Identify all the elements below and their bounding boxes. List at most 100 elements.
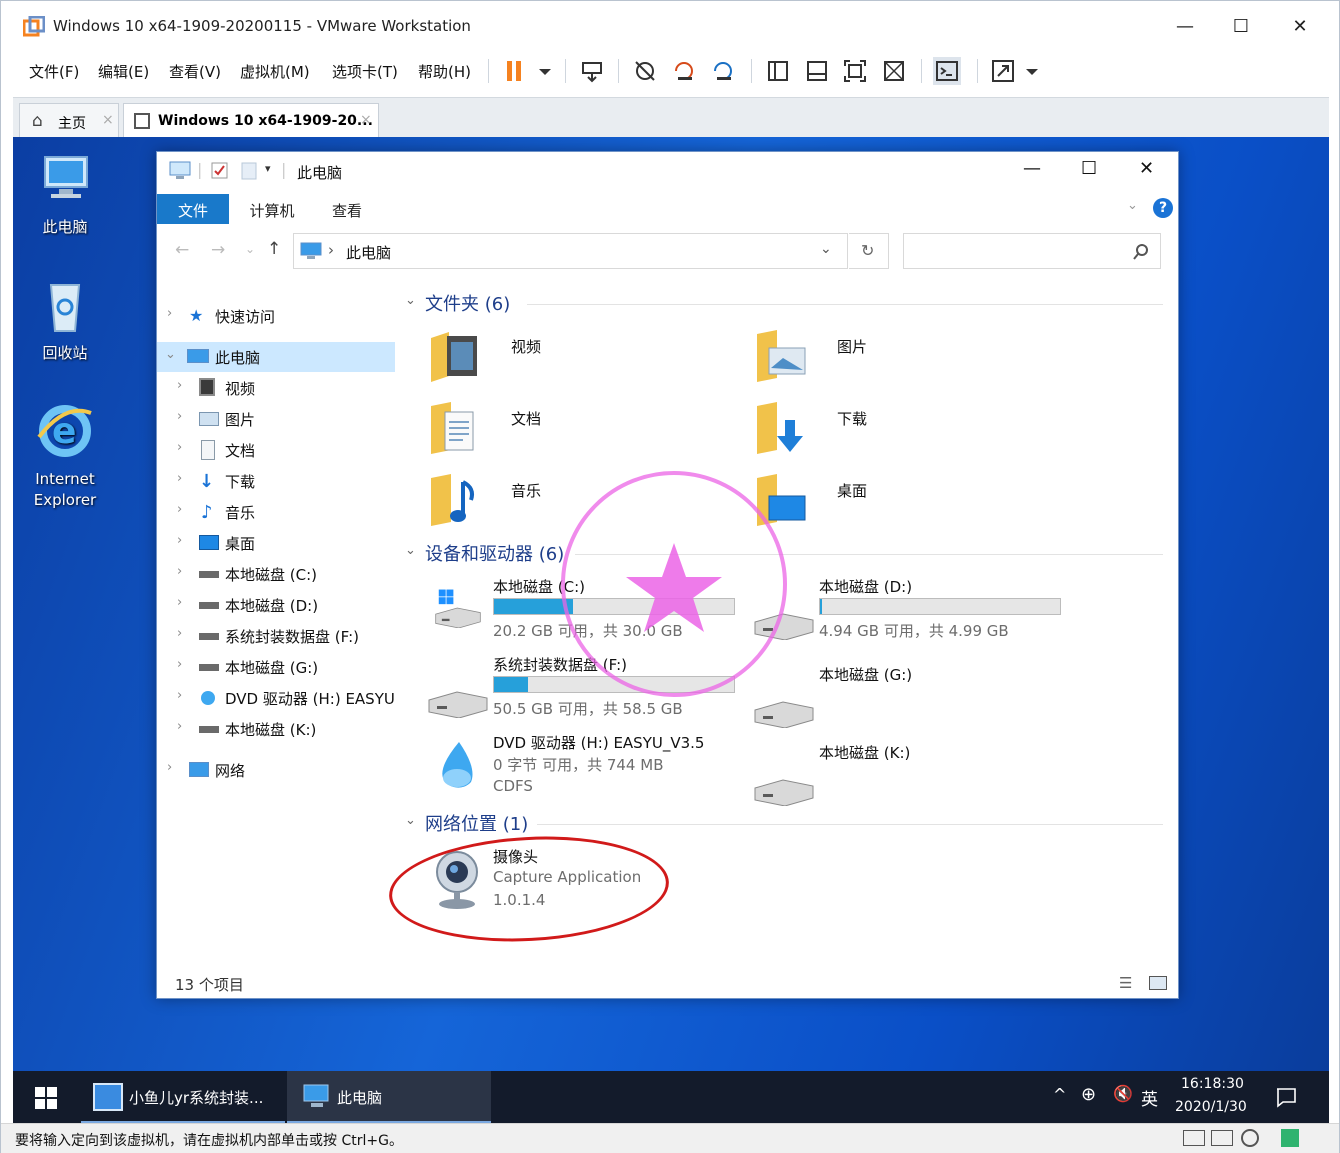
chevron-right-icon[interactable]: › [177,719,182,734]
nav-item-this-pc[interactable]: ⌄ 此电脑 [157,342,395,372]
chevron-right-icon[interactable]: › [167,760,172,775]
chevron-right-icon[interactable]: › [177,409,182,424]
guest-desktop[interactable]: 此电脑 回收站 e Internet Explorer | ▾ | 此电脑 — … [13,137,1329,1071]
nav-item-documents[interactable]: › 文档 [157,435,395,465]
revert-snapshot-icon[interactable] [670,57,698,85]
minimize-button[interactable]: — [1023,158,1041,179]
nav-item-drive-c[interactable]: › 本地磁盘 (C:) [157,559,395,589]
chevron-right-icon[interactable]: › [177,595,182,610]
tab-file[interactable]: 文件 [157,194,229,224]
nav-item-music[interactable]: › ♪ 音乐 [157,497,395,527]
tab-view[interactable]: 查看 [317,194,377,224]
hard-disk-icon[interactable] [1183,1130,1205,1146]
nav-item-pictures[interactable]: › 图片 [157,404,395,434]
nav-item-desktop[interactable]: › 桌面 [157,528,395,558]
menu-help[interactable]: 帮助(H) [418,61,471,82]
folder-downloads[interactable]: 下载 [755,398,1075,462]
file-explorer-window[interactable]: | ▾ | 此电脑 — ☐ ✕ 文件 计算机 查看 ⌄ ? ← → ⌄ ↑ › … [156,151,1179,999]
thumbnail-view-icon[interactable] [803,57,831,85]
send-ctrl-alt-del-icon[interactable] [578,57,606,85]
nav-item-drive-d[interactable]: › 本地磁盘 (D:) [157,590,395,620]
maximize-button[interactable]: ☐ [1081,158,1097,179]
quick-access-dropdown-icon[interactable]: ▾ [265,162,271,175]
chevron-right-icon[interactable]: › [177,471,182,486]
network-item-camera[interactable]: 摄像头 Capture Application 1.0.1.4 [411,846,731,916]
chevron-right-icon[interactable]: › [177,378,182,393]
up-icon[interactable]: ↑ [267,239,281,259]
desktop-icon-this-pc[interactable]: 此电脑 [15,151,115,238]
chevron-down-icon[interactable]: ⌄ [165,347,176,362]
chevron-right-icon[interactable]: › [177,626,182,641]
help-icon[interactable]: ? [1153,198,1173,218]
menu-view[interactable]: 查看(V) [169,61,221,82]
tab-close-icon[interactable]: × [360,112,372,128]
tray-overflow-icon[interactable]: ^ [1053,1085,1066,1104]
cd-icon[interactable] [1241,1129,1259,1147]
large-icons-view-icon[interactable] [1149,976,1167,990]
pause-icon[interactable] [501,57,529,85]
taskbar-app-sysprep[interactable]: 小鱼儿yr系统封装... [81,1071,285,1123]
back-icon[interactable]: ← [175,240,189,260]
close-button[interactable]: ✕ [1139,158,1154,179]
menu-vm[interactable]: 虚拟机(M) [240,61,310,82]
folder-documents[interactable]: 文档 [429,398,749,462]
nav-item-dvd-h[interactable]: › DVD 驱动器 (H:) EASYU [157,683,395,713]
clock-time[interactable]: 16:18:30 [1181,1076,1244,1092]
chevron-right-icon[interactable]: › [177,502,182,517]
recent-locations-icon[interactable]: ⌄ [245,242,255,256]
fullscreen-icon[interactable] [841,57,869,85]
close-button[interactable]: ✕ [1286,13,1314,41]
menu-edit[interactable]: 编辑(E) [98,61,149,82]
nav-item-drive-f[interactable]: › 系统封装数据盘 (F:) [157,621,395,651]
notification-icon[interactable] [1275,1086,1297,1108]
chevron-right-icon[interactable]: › [177,564,182,579]
chevron-down-icon[interactable] [1018,57,1046,85]
chevron-right-icon[interactable]: › [177,657,182,672]
drive-g[interactable]: 本地磁盘 (G:) [737,664,1057,744]
maximize-button[interactable]: ☐ [1227,13,1255,41]
refresh-button[interactable]: ↻ [849,233,889,269]
console-view-icon[interactable] [933,57,961,85]
dvd-drive-h[interactable]: DVD 驱动器 (H:) EASYU_V3.5 0 字节 可用，共 744 MB… [411,732,731,802]
nav-item-videos[interactable]: › 视频 [157,373,395,403]
drive-d[interactable]: 本地磁盘 (D:) 4.94 GB 可用，共 4.99 GB [737,576,1061,656]
chevron-right-icon[interactable]: › [167,306,172,321]
tab-computer[interactable]: 计算机 [237,194,307,224]
nav-item-drive-k[interactable]: › 本地磁盘 (K:) [157,714,395,744]
folder-videos[interactable]: 视频 [429,326,749,390]
chevron-right-icon[interactable]: › [177,440,182,455]
chevron-right-icon[interactable]: › [177,688,182,703]
nav-item-drive-g[interactable]: › 本地磁盘 (G:) [157,652,395,682]
ime-indicator[interactable]: 英 [1141,1085,1158,1110]
sidebar-view-icon[interactable] [764,57,792,85]
snapshot-icon[interactable] [631,57,659,85]
folder-pictures[interactable]: 图片 [755,326,1075,390]
message-log-icon[interactable] [1281,1129,1299,1147]
tab-vm[interactable]: Windows 10 x64-1909-20... × [123,103,379,138]
address-dropdown-icon[interactable]: ⌄ [820,241,832,257]
folder-music[interactable]: 音乐 [429,470,749,534]
nav-item-quick-access[interactable]: › ★ 快速访问 [157,301,395,331]
tab-close-icon[interactable]: × [102,112,114,128]
drive-f[interactable]: 系统封装数据盘 (F:) 50.5 GB 可用，共 58.5 GB [411,654,735,734]
snapshot-manager-icon[interactable] [709,57,737,85]
menu-tabs[interactable]: 选项卡(T) [332,61,398,82]
details-view-icon[interactable]: ☰ [1119,974,1132,992]
group-header-devices[interactable]: ⌄ 设备和驱动器 (6) [405,540,1175,570]
chevron-down-icon[interactable] [531,57,559,85]
breadcrumb[interactable]: 此电脑 [346,242,391,263]
new-folder-icon[interactable] [241,162,257,180]
vmware-title-bar[interactable]: Windows 10 x64-1909-20200115 - VMware Wo… [1,1,1339,51]
unity-icon[interactable] [880,57,908,85]
group-header-network[interactable]: ⌄ 网络位置 (1) [405,810,1175,840]
group-header-folders[interactable]: ⌄ 文件夹 (6) [405,290,1175,320]
hard-disk-icon[interactable] [1211,1130,1233,1146]
clock-date[interactable]: 2020/1/30 [1175,1099,1247,1115]
search-box[interactable] [903,233,1161,269]
start-icon[interactable] [35,1087,57,1109]
folder-desktop[interactable]: 桌面 [755,470,1075,534]
properties-icon[interactable] [211,162,229,180]
nav-item-network[interactable]: › 网络 [157,755,395,785]
menu-file[interactable]: 文件(F) [29,61,79,82]
ribbon-expand-icon[interactable]: ⌄ [1127,198,1138,213]
